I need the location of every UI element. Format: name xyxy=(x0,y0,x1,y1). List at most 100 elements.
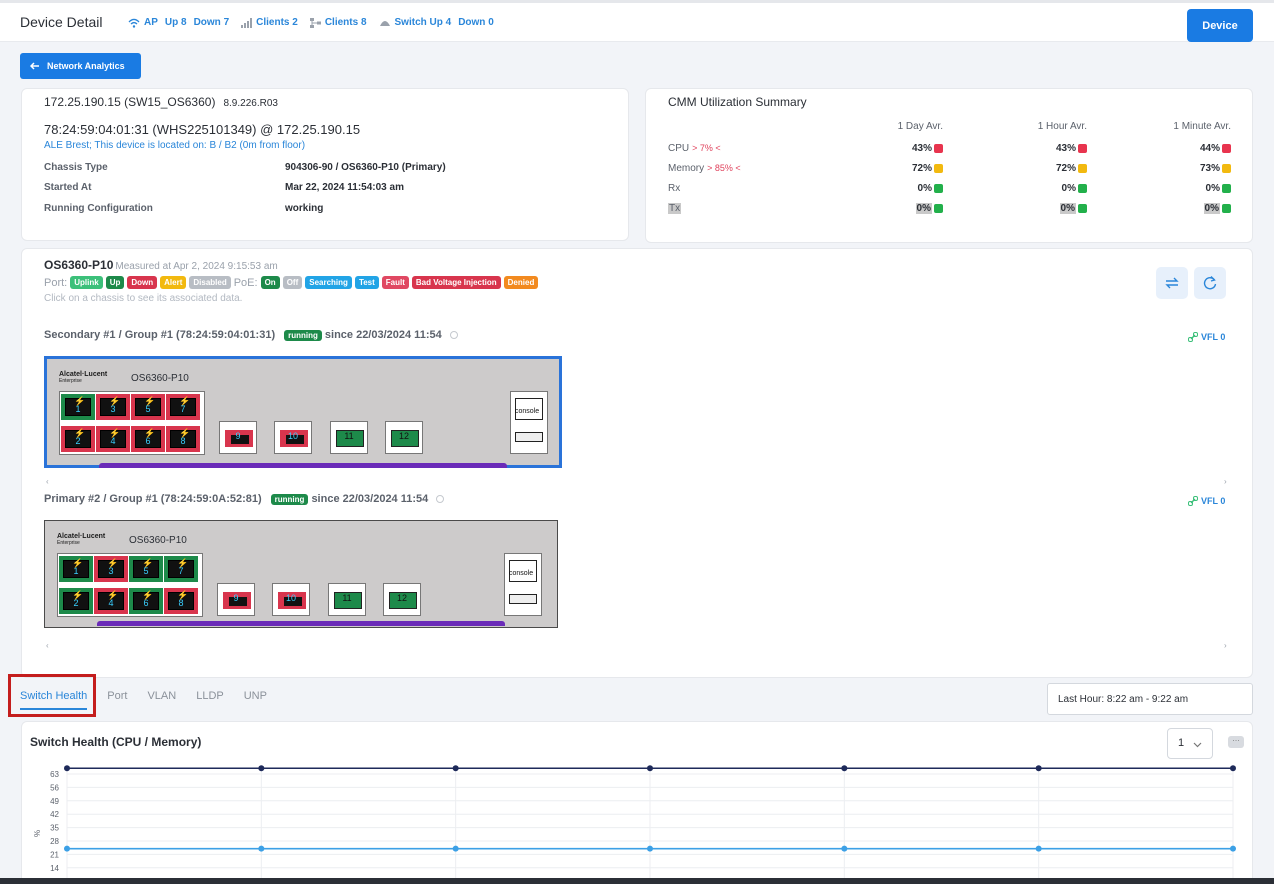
port-7[interactable]: ⚡ 7 xyxy=(166,394,200,420)
chassis-model-title: OS6360-P10 Measured at Apr 2, 2024 9:15:5… xyxy=(44,258,278,272)
sfp-port-12[interactable]: 12 xyxy=(385,421,423,454)
y-tick-label: 35 xyxy=(50,824,59,833)
data-point[interactable] xyxy=(64,765,70,772)
data-point[interactable] xyxy=(647,845,653,852)
device-mac-line: 78:24:59:04:01:31 (WHS225101349) @ 172.2… xyxy=(44,122,361,137)
port-3[interactable]: ⚡ 3 xyxy=(96,394,130,420)
port-4[interactable]: ⚡ 4 xyxy=(96,426,130,452)
port-2[interactable]: ⚡ 2 xyxy=(61,426,95,452)
port-number: 9 xyxy=(235,431,241,441)
chassis-card: OS6360-P10 Measured at Apr 2, 2024 9:15:5… xyxy=(21,248,1253,678)
port-number: 10 xyxy=(287,431,298,441)
device-ip-name: 172.25.190.15 (SW15_OS6360) xyxy=(44,95,216,109)
port-6[interactable]: ⚡ 6 xyxy=(131,426,165,452)
device-button[interactable]: Device xyxy=(1187,9,1253,42)
status-square-icon xyxy=(934,164,943,173)
scroll-right-icon[interactable]: › xyxy=(1224,641,1227,650)
data-point[interactable] xyxy=(1035,765,1042,772)
cmm-value: 72% xyxy=(1055,163,1076,174)
scroll-left-icon[interactable]: ‹ xyxy=(46,641,49,650)
running-since: since 22/03/2024 11:54 xyxy=(311,493,429,505)
port-7[interactable]: ⚡ 7 xyxy=(164,556,198,582)
sfp-port-12[interactable]: 12 xyxy=(383,583,421,616)
ap-status[interactable]: AP Up 8 Down 7 xyxy=(128,17,229,28)
device-location[interactable]: ALE Brest; This device is located on: B … xyxy=(44,140,305,151)
port-1[interactable]: ⚡ 1 xyxy=(59,556,93,582)
port-6[interactable]: ⚡ 6 xyxy=(129,588,163,614)
time-range-selector[interactable]: Last Hour: 8:22 am - 9:22 am xyxy=(1047,683,1253,715)
switch-icon xyxy=(379,21,390,26)
cmm-value-cell: 0% xyxy=(853,203,943,214)
y-tick-label: 21 xyxy=(50,850,59,859)
swap-button[interactable] xyxy=(1156,267,1188,299)
cmm-metric-name: Tx xyxy=(668,203,682,214)
signal-bars-icon xyxy=(241,17,253,28)
chassis-title: Secondary #1 / Group #1 (78:24:59:04:01:… xyxy=(44,329,276,341)
info-icon[interactable] xyxy=(436,495,445,503)
port-number: 5 xyxy=(143,566,149,576)
port-4[interactable]: ⚡ 4 xyxy=(94,588,128,614)
port-8[interactable]: ⚡ 8 xyxy=(166,426,200,452)
scroll-left-icon[interactable]: ‹ xyxy=(46,477,49,486)
data-point[interactable] xyxy=(841,765,848,772)
port-9[interactable]: 9 xyxy=(219,421,257,454)
data-point[interactable] xyxy=(452,845,459,852)
ap-up: Up 8 xyxy=(164,17,187,28)
data-point[interactable] xyxy=(258,845,265,852)
refresh-button[interactable] xyxy=(1194,267,1226,299)
port-5[interactable]: ⚡ 5 xyxy=(129,556,163,582)
wired-clients[interactable]: Clients 8 xyxy=(309,17,367,28)
port-number: 9 xyxy=(233,593,239,603)
port-5[interactable]: ⚡ 5 xyxy=(131,394,165,420)
port-number: 1 xyxy=(73,566,79,576)
info-icon[interactable] xyxy=(449,331,458,339)
data-point[interactable] xyxy=(1230,765,1236,772)
data-point[interactable] xyxy=(64,845,70,852)
port-number: 4 xyxy=(110,436,116,446)
data-point[interactable] xyxy=(647,765,653,772)
data-point[interactable] xyxy=(1230,845,1236,852)
poe-legend-tag: Denied xyxy=(503,276,539,289)
port-3[interactable]: ⚡ 3 xyxy=(94,556,128,582)
data-point[interactable] xyxy=(841,845,848,852)
sfp-port-11[interactable]: 11 xyxy=(330,421,368,454)
vfl-link[interactable]: VFL 0 xyxy=(1188,332,1225,342)
tab-lldp[interactable]: LLDP xyxy=(196,690,224,710)
network-analytics-button[interactable]: Network Analytics xyxy=(20,53,141,79)
console-port[interactable]: console xyxy=(510,391,548,454)
port-8[interactable]: ⚡ 8 xyxy=(164,588,198,614)
cmm-value-cell: 43% xyxy=(853,143,943,154)
status-square-icon xyxy=(934,184,943,193)
alcatel-lucent-logo: Alcatel·Lucent Enterprise xyxy=(59,371,107,384)
data-point[interactable] xyxy=(452,765,459,772)
status-square-icon xyxy=(1222,184,1231,193)
tab-vlan[interactable]: VLAN xyxy=(147,690,176,710)
port-number: 12 xyxy=(398,431,409,441)
cmm-utilization-card: CMM Utilization Summary 1 Day Avr. 1 Hou… xyxy=(645,88,1253,243)
chassis-faceplate[interactable]: Alcatel·Lucent Enterprise OS6360-P10 ⚡ 1 ⚡ 3 ⚡ 5… xyxy=(44,356,562,468)
cmm-value: 0% xyxy=(915,203,932,214)
port-10[interactable]: 10 xyxy=(274,421,312,454)
data-point[interactable] xyxy=(258,765,265,772)
port-1[interactable]: ⚡ 1 xyxy=(61,394,95,420)
chassis-faceplate[interactable]: Alcatel·Lucent Enterprise OS6360-P10 ⚡ 1 ⚡ 3 ⚡ 5… xyxy=(44,520,558,628)
switch-status[interactable]: Switch Up 4 Down 0 xyxy=(379,17,494,28)
vfl-link[interactable]: VFL 0 xyxy=(1188,496,1225,506)
status-square-icon xyxy=(1078,204,1087,213)
scroll-right-icon[interactable]: › xyxy=(1224,477,1227,486)
port-9[interactable]: 9 xyxy=(217,583,255,616)
port-2[interactable]: ⚡ 2 xyxy=(59,588,93,614)
wifi-clients[interactable]: Clients 2 xyxy=(241,17,298,28)
wifi-icon xyxy=(128,18,140,28)
tab-unp[interactable]: UNP xyxy=(244,690,267,710)
cmm-value-cell: 43% xyxy=(997,143,1087,154)
switch-up: Switch Up 4 xyxy=(394,17,452,28)
chassis-model: OS6360-P10 xyxy=(44,258,114,272)
tab-port[interactable]: Port xyxy=(107,690,127,710)
data-point[interactable] xyxy=(1035,845,1042,852)
usb-port xyxy=(509,594,537,604)
field-value: 904306-90 / OS6360-P10 (Primary) xyxy=(285,162,446,173)
sfp-port-11[interactable]: 11 xyxy=(328,583,366,616)
console-port[interactable]: console xyxy=(504,553,542,616)
port-10[interactable]: 10 xyxy=(272,583,310,616)
